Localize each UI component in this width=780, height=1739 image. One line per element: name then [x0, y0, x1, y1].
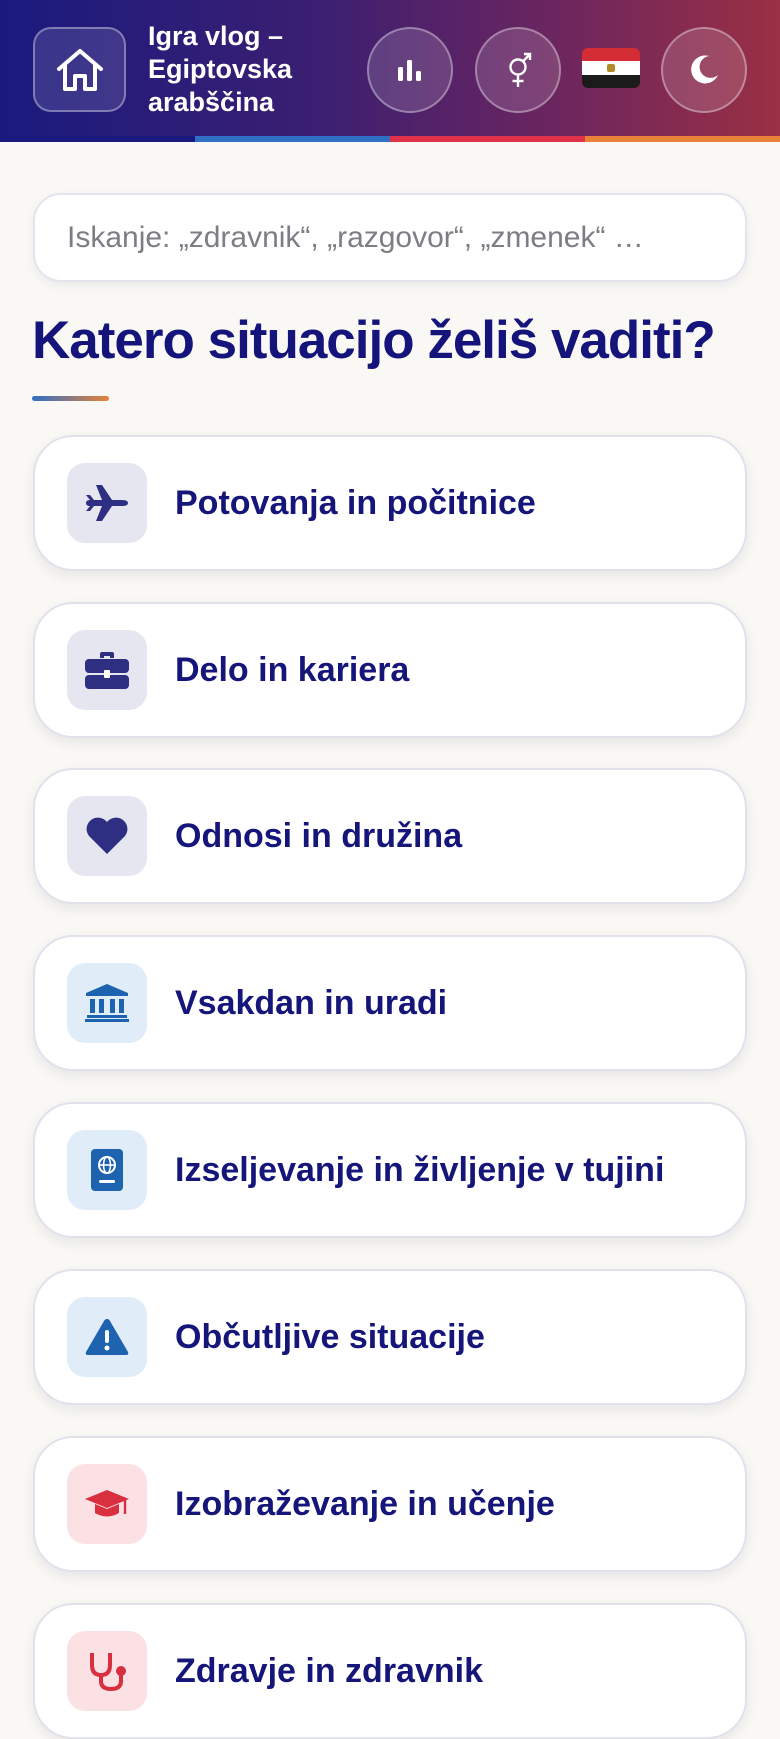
stripe-segment: [0, 136, 195, 142]
gender-icon: [509, 52, 532, 87]
egypt-flag-icon[interactable]: [582, 48, 640, 88]
search-placeholder: Iskanje: „zdravnik“, „razgovor“, „zmenek…: [67, 220, 644, 254]
home-icon: [56, 48, 103, 91]
title-underline: [32, 396, 109, 401]
moon-icon: [691, 55, 718, 84]
category-card[interactable]: Potovanja in počitnice: [33, 435, 747, 571]
stats-button[interactable]: [367, 27, 453, 113]
airplane-icon: [67, 463, 147, 543]
category-card[interactable]: Zdravje in zdravnik: [33, 1603, 747, 1739]
stripe-segment: [195, 136, 390, 142]
home-button[interactable]: [33, 27, 126, 112]
category-card[interactable]: Izseljevanje in življenje v tujini: [33, 1102, 747, 1238]
page-title: Katero situacijo želiš vaditi?: [32, 311, 716, 370]
category-label: Delo in kariera: [175, 650, 410, 689]
category-card[interactable]: Delo in kariera: [33, 602, 747, 738]
category-label: Vsakdan in uradi: [175, 983, 448, 1022]
category-card[interactable]: Odnosi in družina: [33, 768, 747, 904]
heart-icon: [67, 796, 147, 876]
header-stripe: [0, 136, 780, 142]
category-card[interactable]: Občutljive situacije: [33, 1269, 747, 1405]
stethoscope-icon: [67, 1631, 147, 1711]
category-label: Odnosi in družina: [175, 816, 463, 855]
gender-button[interactable]: [475, 27, 561, 113]
category-card[interactable]: Izobraževanje in učenje: [33, 1436, 747, 1572]
briefcase-icon: [67, 630, 147, 710]
stats-icon: [398, 60, 421, 81]
stripe-segment: [390, 136, 585, 142]
category-label: Potovanja in počitnice: [175, 483, 536, 522]
app-header: Igra vlog – Egiptovska arabščina: [0, 0, 780, 142]
graduation-cap-icon: [67, 1464, 147, 1544]
category-label: Občutljive situacije: [175, 1317, 485, 1356]
passport-icon: [67, 1130, 147, 1210]
stripe-segment: [585, 136, 780, 142]
bank-icon: [67, 963, 147, 1043]
category-card[interactable]: Vsakdan in uradi: [33, 935, 747, 1071]
category-label: Izseljevanje in življenje v tujini: [175, 1150, 665, 1189]
app-title: Igra vlog – Egiptovska arabščina: [148, 21, 293, 117]
category-label: Zdravje in zdravnik: [175, 1651, 483, 1690]
warning-icon: [67, 1297, 147, 1377]
category-label: Izobraževanje in učenje: [175, 1484, 555, 1523]
search-input[interactable]: Iskanje: „zdravnik“, „razgovor“, „zmenek…: [33, 193, 747, 282]
theme-toggle-button[interactable]: [661, 27, 747, 113]
